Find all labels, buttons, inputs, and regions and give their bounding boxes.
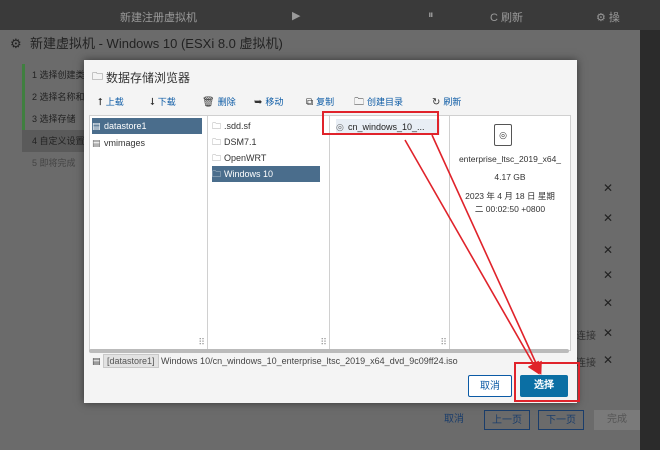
annotation-arrow: [404, 139, 540, 375]
annotation-arrows: [404, 134, 542, 375]
annotation-arrow: [431, 134, 542, 375]
